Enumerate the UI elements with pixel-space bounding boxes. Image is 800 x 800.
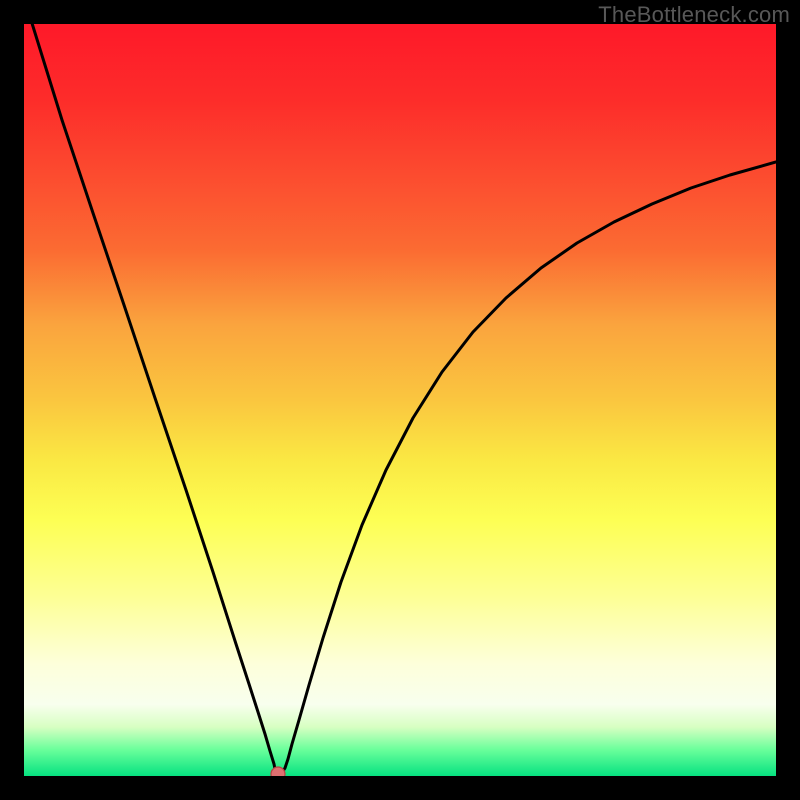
- plot-background: [24, 24, 776, 776]
- plot-svg: [24, 24, 776, 776]
- plot-area: [24, 24, 776, 776]
- curve-minimum-marker: [271, 767, 285, 776]
- watermark-label: TheBottleneck.com: [598, 2, 790, 28]
- chart-container: TheBottleneck.com: [0, 0, 800, 800]
